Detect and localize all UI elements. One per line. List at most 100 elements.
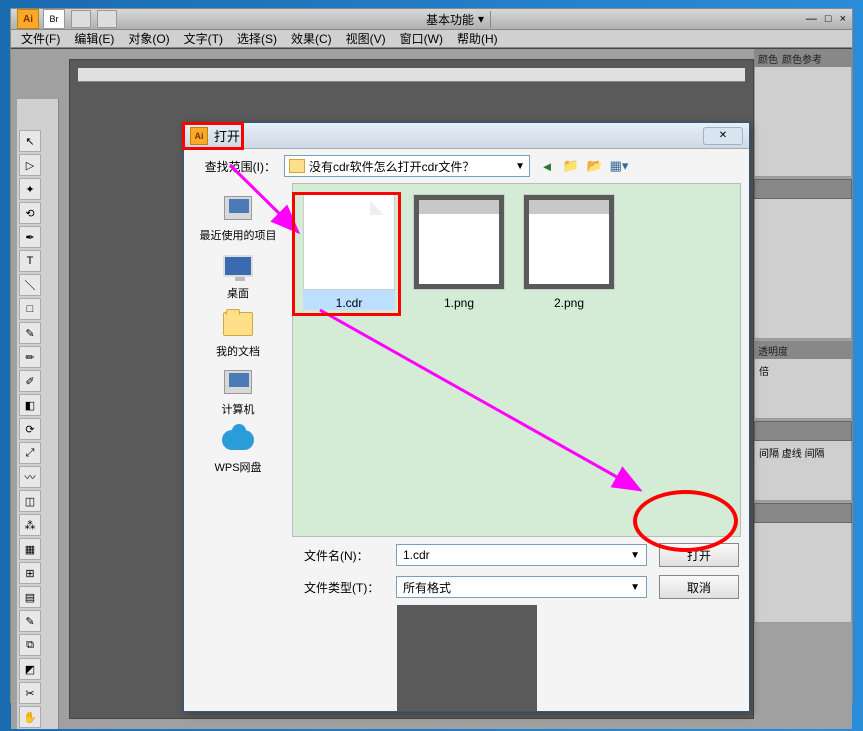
- filetype-value: 所有格式: [403, 579, 451, 596]
- dialog-close-button[interactable]: ✕: [703, 127, 743, 145]
- sidebar-documents[interactable]: 我的文档: [216, 309, 260, 359]
- sidebar-recent[interactable]: 最近使用的项目: [200, 193, 277, 243]
- places-sidebar: 最近使用的项目 桌面 我的文档 计算机 WPS网盘: [184, 183, 292, 537]
- view-menu-icon[interactable]: ▦▾: [610, 157, 628, 175]
- documents-icon: [223, 312, 253, 336]
- sidebar-desktop-label: 桌面: [227, 285, 249, 301]
- maximize-icon[interactable]: □: [825, 13, 832, 25]
- free-transform-tool[interactable]: ◫: [19, 490, 41, 512]
- menu-object[interactable]: 对象(O): [128, 30, 169, 47]
- color-panel-tabs[interactable]: 颜色 颜色参考: [754, 49, 852, 67]
- rotate-tool[interactable]: ⟳: [19, 418, 41, 440]
- stroke-panel[interactable]: 间隔 虚线 间隔: [754, 441, 852, 501]
- sidebar-wps[interactable]: WPS网盘: [214, 425, 261, 475]
- menubar: 文件(F) 编辑(E) 对象(O) 文字(T) 选择(S) 效果(C) 视图(V…: [11, 30, 852, 48]
- selection-tool[interactable]: ↖: [19, 130, 41, 152]
- panel-body-2[interactable]: [754, 199, 852, 339]
- sidebar-desktop[interactable]: 桌面: [221, 251, 255, 301]
- menu-edit[interactable]: 编辑(E): [74, 30, 114, 47]
- lookin-row: 查找范围(I)： 没有cdr软件怎么打开cdr文件？ ▼ ◄ 📁 📂 ▦▾: [184, 149, 749, 183]
- rectangle-tool[interactable]: □: [19, 298, 41, 320]
- filename-field[interactable]: 1.cdr ▼: [396, 544, 647, 566]
- mesh-tool[interactable]: ⊞: [19, 562, 41, 584]
- pencil-tool[interactable]: ✏: [19, 346, 41, 368]
- filetype-label: 文件类型(T)：: [304, 579, 384, 596]
- type-tool[interactable]: T: [19, 250, 41, 272]
- desktop-icon: [223, 255, 253, 277]
- slice-tool[interactable]: ✂: [19, 682, 41, 704]
- lookin-dropdown[interactable]: 没有cdr软件怎么打开cdr文件？ ▼: [284, 155, 530, 177]
- cloud-icon: [222, 430, 254, 450]
- sidebar-documents-label: 我的文档: [216, 343, 260, 359]
- cancel-button[interactable]: 取消: [659, 575, 739, 599]
- toolbox: ↖ ▷ ✦ ⟲ ✒ T ＼ □ ✎ ✏ ✐ ◧ ⟳ ⤢ 〰 ◫ ⁂ ▦ ⊞ ▤ …: [17, 99, 59, 729]
- computer-icon: [224, 370, 252, 394]
- file-name-1cdr: 1.cdr: [336, 296, 363, 310]
- chevron-down-icon: ▼: [515, 161, 525, 172]
- direct-selection-tool[interactable]: ▷: [19, 154, 41, 176]
- transparency-panel[interactable]: 倍: [754, 359, 852, 419]
- panel-header-2[interactable]: [754, 179, 852, 199]
- line-tool[interactable]: ＼: [19, 274, 41, 296]
- up-folder-icon[interactable]: 📁: [562, 157, 580, 175]
- chevron-down-icon: ▼: [630, 582, 640, 593]
- preview-thumbnail: [397, 605, 537, 711]
- menu-effect[interactable]: 效果(C): [291, 30, 332, 47]
- color-panel[interactable]: [754, 67, 852, 177]
- png-thumbnail-2: [523, 194, 615, 290]
- titlebar-btn1[interactable]: [71, 10, 91, 28]
- workspace-switcher[interactable]: 基本功能 ▾: [426, 11, 491, 28]
- warp-tool[interactable]: 〰: [19, 466, 41, 488]
- panel-header-5[interactable]: [754, 503, 852, 523]
- titlebar: Ai Br 基本功能 ▾ — □ ×: [11, 9, 852, 30]
- dialog-titlebar[interactable]: Ai 打开 ✕: [184, 123, 749, 149]
- filetype-dropdown[interactable]: 所有格式 ▼: [396, 576, 647, 598]
- dialog-ai-icon: Ai: [190, 127, 208, 145]
- live-paint-tool[interactable]: ◩: [19, 658, 41, 680]
- eraser-tool[interactable]: ◧: [19, 394, 41, 416]
- magic-wand-tool[interactable]: ✦: [19, 178, 41, 200]
- right-panel-dock: 颜色 颜色参考 透明度 倍 间隔 虚: [754, 49, 852, 729]
- transparency-panel-tabs[interactable]: 透明度: [754, 341, 852, 359]
- open-button[interactable]: 打开: [659, 543, 739, 567]
- new-folder-icon[interactable]: 📂: [586, 157, 604, 175]
- file-name-2png: 2.png: [554, 296, 584, 310]
- symbol-sprayer-tool[interactable]: ⁂: [19, 514, 41, 536]
- back-icon[interactable]: ◄: [538, 157, 556, 175]
- lookin-value: 没有cdr软件怎么打开cdr文件？: [309, 158, 474, 175]
- graph-tool[interactable]: ▦: [19, 538, 41, 560]
- filename-label: 文件名(N)：: [304, 547, 384, 564]
- scale-tool[interactable]: ⤢: [19, 442, 41, 464]
- hand-tool[interactable]: ✋: [19, 706, 41, 728]
- lasso-tool[interactable]: ⟲: [19, 202, 41, 224]
- chevron-down-icon: ▼: [630, 550, 640, 561]
- blob-brush-tool[interactable]: ✐: [19, 370, 41, 392]
- sidebar-recent-label: 最近使用的项目: [200, 227, 277, 243]
- file-item-2png[interactable]: 2.png: [523, 194, 615, 310]
- file-item-1cdr[interactable]: 1.cdr: [303, 194, 395, 310]
- panel-header-4[interactable]: [754, 421, 852, 441]
- file-list[interactable]: 1.cdr 1.png 2.png: [292, 183, 741, 537]
- menu-file[interactable]: 文件(F): [21, 30, 60, 47]
- sidebar-computer[interactable]: 计算机: [221, 367, 255, 417]
- filename-value: 1.cdr: [403, 548, 430, 562]
- menu-view[interactable]: 视图(V): [346, 30, 386, 47]
- recent-icon: [224, 196, 252, 220]
- pen-tool[interactable]: ✒: [19, 226, 41, 248]
- bridge-logo-icon: Br: [43, 9, 65, 29]
- png-thumbnail-1: [413, 194, 505, 290]
- close-icon[interactable]: ×: [840, 13, 846, 25]
- paintbrush-tool[interactable]: ✎: [19, 322, 41, 344]
- blend-tool[interactable]: ⧉: [19, 634, 41, 656]
- menu-help[interactable]: 帮助(H): [457, 30, 498, 47]
- panel-body-5[interactable]: [754, 523, 852, 623]
- eyedropper-tool[interactable]: ✎: [19, 610, 41, 632]
- file-item-1png[interactable]: 1.png: [413, 194, 505, 310]
- menu-select[interactable]: 选择(S): [237, 30, 277, 47]
- titlebar-btn2[interactable]: [97, 10, 117, 28]
- gradient-tool[interactable]: ▤: [19, 586, 41, 608]
- menu-window[interactable]: 窗口(W): [400, 30, 443, 47]
- minimize-icon[interactable]: —: [806, 13, 817, 25]
- ai-logo-icon: Ai: [17, 9, 39, 29]
- menu-type[interactable]: 文字(T): [184, 30, 223, 47]
